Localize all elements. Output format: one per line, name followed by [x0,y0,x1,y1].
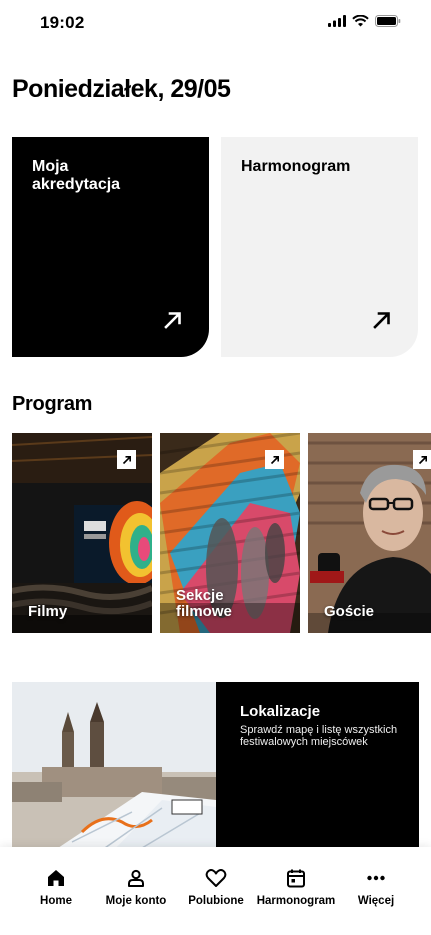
program-card-films[interactable]: Filmy [12,433,152,633]
program-card-guests[interactable]: Goście [308,433,431,633]
page-title: Poniedziałek, 29/05 [12,75,231,103]
status-icons [328,15,401,27]
nav-label: Harmonogram [256,895,336,907]
program-card-label: Sekcje filmowe [176,587,232,620]
arrow-up-right-icon [270,455,279,464]
external-link-button[interactable] [413,450,431,469]
accreditation-label: Moja akredytacja [32,158,121,193]
nav-label: Home [40,895,72,907]
locations-panel: Lokalizacje Sprawdź mapę i listę wszystk… [216,682,419,852]
nav-item-home[interactable]: Home [16,847,96,935]
program-carousel[interactable]: Filmy Sekcje filmowe Goście [12,433,431,633]
wifi-icon [352,15,369,27]
nav-item-account[interactable]: Moje konto [96,847,176,935]
locations-photo [12,682,216,852]
external-link-button[interactable] [265,450,284,469]
bottom-navigation: Home Moje konto Polubione Harmonogram Wi… [0,847,431,935]
battery-icon [375,15,401,27]
nav-label: Polubione [188,895,244,907]
heart-icon [205,869,227,887]
locations-description: Sprawdź mapę i listę wszystkich festiwal… [240,724,398,748]
arrow-up-right-icon [373,312,390,329]
signal-icon [328,15,346,27]
external-link-button[interactable] [117,450,136,469]
nav-label: Więcej [357,895,395,907]
arrow-up-right-icon [164,312,181,329]
accreditation-tile[interactable]: Moja akredytacja [12,137,209,357]
status-bar: 19:02 [0,0,431,46]
locations-card[interactable]: Lokalizacje Sprawdź mapę i listę wszystk… [12,682,419,852]
arrow-up-right-icon [122,455,131,464]
schedule-tile[interactable]: Harmonogram [221,137,418,357]
nav-item-schedule[interactable]: Harmonogram [256,847,336,935]
program-card-label: Goście [324,603,375,620]
calendar-icon [287,869,305,888]
arrow-up-right-icon [418,455,427,464]
schedule-label: Harmonogram [241,158,351,175]
locations-title: Lokalizacje [240,703,321,720]
nav-label: Moje konto [105,895,167,907]
program-card-sections[interactable]: Sekcje filmowe [160,433,300,633]
nav-item-more[interactable]: Więcej [336,847,416,935]
status-time: 19:02 [40,13,85,32]
user-icon [128,869,144,887]
nav-item-liked[interactable]: Polubione [176,847,256,935]
home-icon [48,870,64,886]
program-title: Program [12,393,93,415]
more-icon [367,875,385,881]
program-card-label: Filmy [28,603,68,620]
